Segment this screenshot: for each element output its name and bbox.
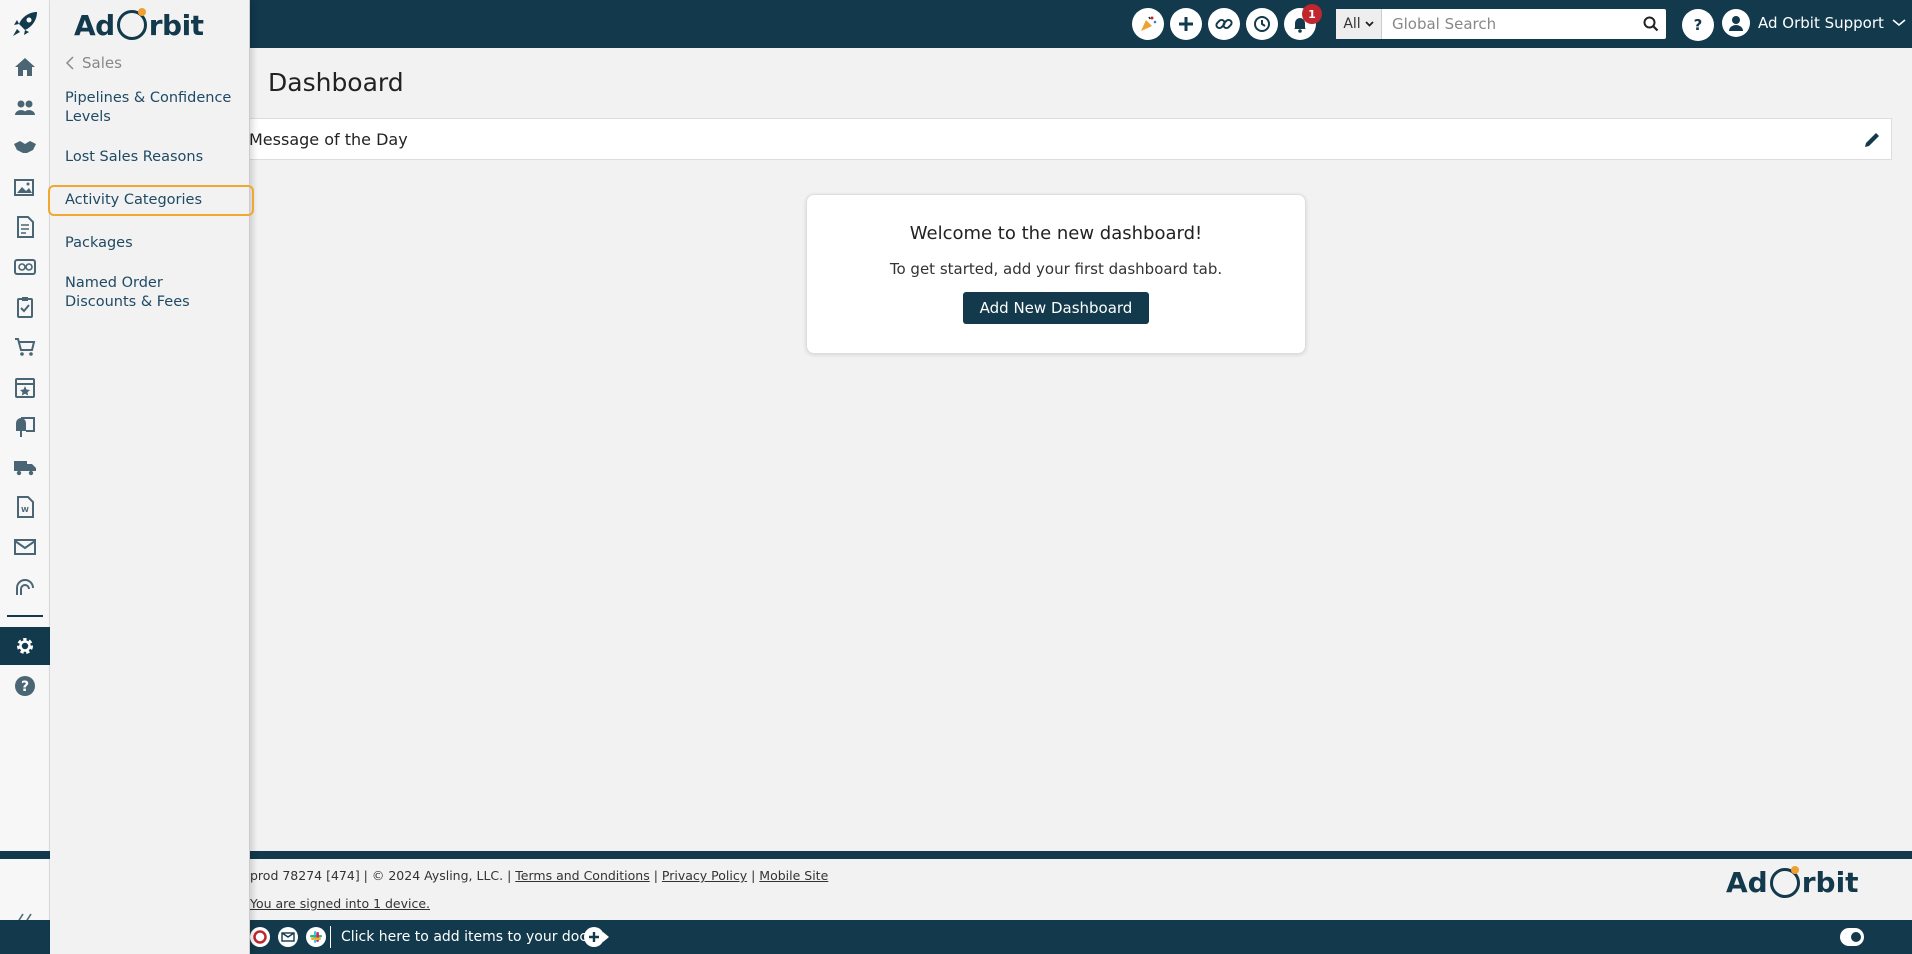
- notifications-bell-icon[interactable]: 1: [1284, 4, 1322, 40]
- settings-flyout: Ad rbit Sales Pipelines & Confidence Leve…: [48, 0, 254, 954]
- settings-menu: Pipelines & Confidence Levels Lost Sales…: [48, 86, 254, 330]
- party-popper-icon[interactable]: [1132, 8, 1164, 40]
- menu-item-activity-categories[interactable]: Activity Categories: [48, 185, 254, 216]
- signed-in-devices-link[interactable]: You are signed into 1 device.: [250, 896, 430, 911]
- chevron-left-icon: [66, 56, 74, 70]
- search-icon[interactable]: [1636, 9, 1666, 39]
- media-icon[interactable]: [0, 168, 50, 206]
- mail-icon[interactable]: [0, 528, 50, 566]
- dock-icon-group: [250, 927, 326, 947]
- home-icon[interactable]: [0, 48, 50, 86]
- message-of-the-day-panel: Message of the Day: [234, 118, 1892, 160]
- help-icon[interactable]: ?: [1682, 9, 1714, 41]
- footer-separator: |: [751, 868, 756, 883]
- build-info: prod 78274 [474] | © 2024 Aysling, LLC. …: [250, 868, 512, 883]
- menu-item-pipelines[interactable]: Pipelines & Confidence Levels: [50, 86, 250, 130]
- svg-text:W: W: [21, 506, 29, 514]
- help-circle-icon[interactable]: ?: [0, 667, 50, 705]
- welcome-card: Welcome to the new dashboard! To get sta…: [806, 194, 1306, 354]
- page-title: Dashboard: [268, 68, 404, 97]
- dock-add-icon[interactable]: [584, 927, 604, 947]
- dock-mail-icon[interactable]: [278, 927, 298, 947]
- menu-item-lost-sales-reasons[interactable]: Lost Sales Reasons: [50, 145, 250, 170]
- search-scope-value: All: [1343, 16, 1361, 32]
- user-name: Ad Orbit Support: [1758, 14, 1884, 32]
- dock-divider: [330, 926, 331, 948]
- ad-orbit-logo[interactable]: Ad rbit: [74, 8, 204, 42]
- search-scope-select[interactable]: All: [1336, 9, 1382, 39]
- word-document-icon[interactable]: W: [0, 488, 50, 526]
- motd-title: Message of the Day: [249, 129, 408, 149]
- clipboard-check-icon[interactable]: [0, 288, 50, 326]
- link-icon[interactable]: [1208, 8, 1240, 40]
- settings-gear-icon[interactable]: [0, 627, 50, 665]
- menu-item-packages[interactable]: Packages: [50, 231, 250, 256]
- dock-slack-icon[interactable]: [306, 927, 326, 947]
- svg-text:?: ?: [1694, 16, 1703, 34]
- search-input[interactable]: [1382, 15, 1636, 33]
- dock-bar: Click here to add items to your dock: [0, 920, 1912, 954]
- mailbox-icon[interactable]: [0, 408, 50, 446]
- history-icon[interactable]: [1246, 8, 1278, 40]
- global-search: All: [1336, 9, 1666, 39]
- mobile-site-link[interactable]: Mobile Site: [759, 868, 828, 883]
- welcome-text: To get started, add your first dashboard…: [889, 260, 1223, 278]
- back-to-sales-link[interactable]: Sales: [66, 54, 122, 72]
- add-new-dashboard-button[interactable]: Add New Dashboard: [962, 292, 1150, 324]
- billing-icon[interactable]: [0, 248, 50, 286]
- handshake-icon[interactable]: [0, 128, 50, 166]
- svg-text:?: ?: [21, 679, 29, 695]
- dock-toggle-switch[interactable]: [1840, 928, 1864, 946]
- footer-stripe: [0, 851, 1912, 859]
- cart-icon[interactable]: [0, 328, 50, 366]
- footer-legal: prod 78274 [474] | © 2024 Aysling, LLC. …: [250, 868, 828, 883]
- icon-rail: W ?: [0, 0, 50, 954]
- welcome-title: Welcome to the new dashboard!: [909, 223, 1203, 244]
- truck-icon[interactable]: [0, 448, 50, 486]
- dock-add-items-prompt[interactable]: Click here to add items to your dock: [341, 929, 610, 945]
- top-bar: 1 All ? Ad Orbit Support: [0, 0, 1912, 48]
- footer-ad-orbit-logo: Ad rbit: [1726, 865, 1859, 899]
- rail-divider: [7, 615, 43, 617]
- user-avatar-icon: [1722, 9, 1750, 37]
- add-icon[interactable]: [1170, 8, 1202, 40]
- footer-separator: |: [653, 868, 658, 883]
- dock-lifebuoy-icon[interactable]: [250, 927, 270, 947]
- chevron-down-icon: [1365, 21, 1374, 27]
- invoice-icon[interactable]: [0, 208, 50, 246]
- terms-link[interactable]: Terms and Conditions: [515, 868, 649, 883]
- rocket-icon[interactable]: [0, 5, 50, 43]
- calendar-star-icon[interactable]: [0, 368, 50, 406]
- menu-item-named-order-discounts[interactable]: Named Order Discounts & Fees: [50, 271, 250, 315]
- chevron-down-icon: [1892, 19, 1906, 27]
- user-menu[interactable]: Ad Orbit Support: [1722, 9, 1906, 37]
- edit-pencil-icon[interactable]: [1861, 129, 1883, 151]
- top-icon-group: 1: [1132, 4, 1322, 40]
- analytics-icon[interactable]: [0, 568, 50, 606]
- caret-right-icon: [603, 932, 610, 942]
- back-link-label: Sales: [82, 54, 122, 72]
- privacy-link[interactable]: Privacy Policy: [662, 868, 747, 883]
- notification-count-badge: 1: [1302, 4, 1322, 24]
- contacts-icon[interactable]: [0, 88, 50, 126]
